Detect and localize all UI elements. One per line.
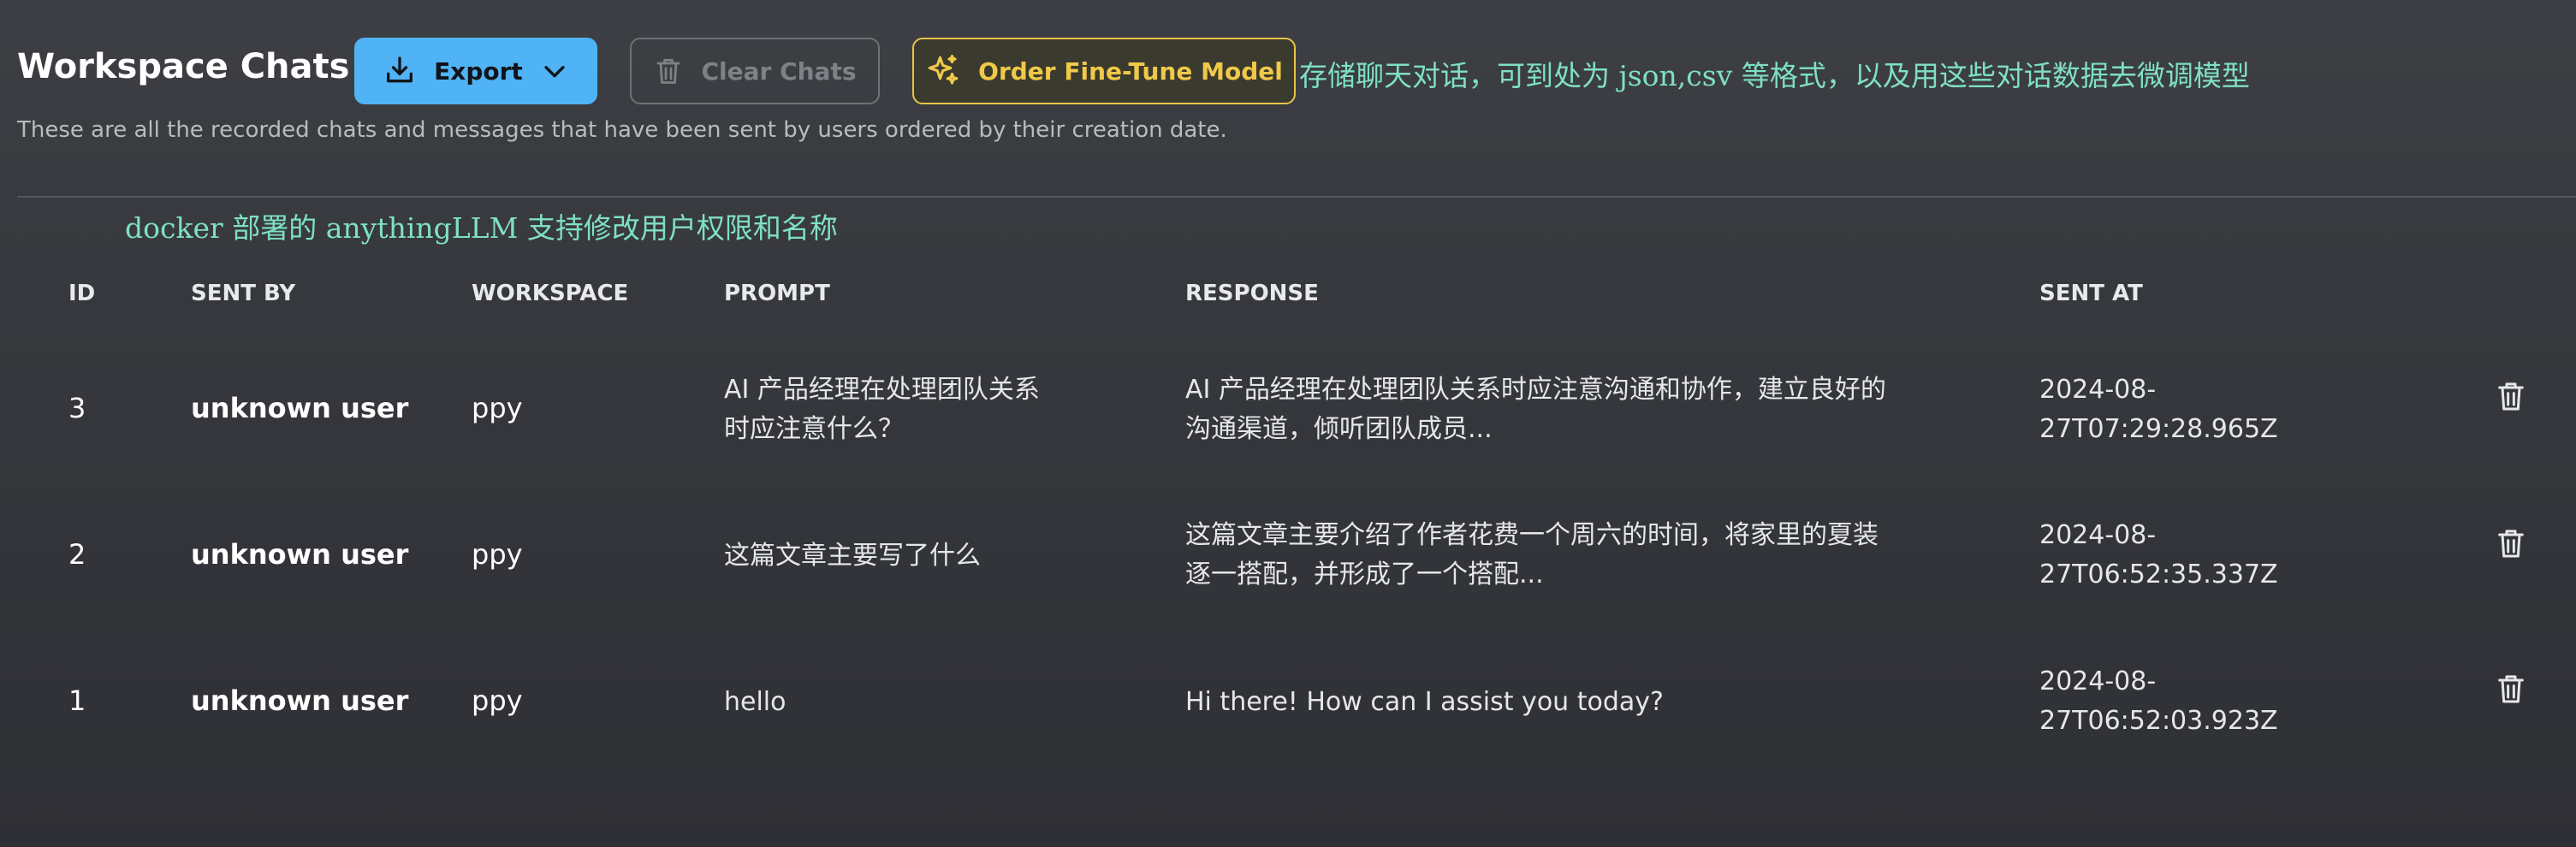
- cell-sent-at: 2024-08- 27T06:52:03.923Z: [2039, 662, 2278, 741]
- cell-prompt: AI 产品经理在处理团队关系 时应注意什么？: [724, 370, 1040, 449]
- cell-sent-at: 2024-08- 27T07:29:28.965Z: [2039, 370, 2278, 449]
- page-title: Workspace Chats: [17, 47, 350, 86]
- cell-prompt-line: 时应注意什么？: [724, 414, 904, 444]
- cell-sent-by: unknown user: [191, 538, 409, 571]
- cell-sent-at-line: 27T06:52:35.337Z: [2039, 560, 2278, 589]
- order-fine-tune-button[interactable]: Order Fine-Tune Model: [912, 38, 1296, 104]
- chevron-down-icon[interactable]: [540, 56, 569, 86]
- cell-id: 1: [68, 684, 86, 717]
- cell-sent-at-line: 2024-08-: [2039, 666, 2157, 696]
- download-icon: [383, 54, 417, 88]
- cell-response-line: 逐一搭配，并形成了一个搭配...: [1185, 560, 1544, 589]
- cell-response: 这篇文章主要介绍了作者花费一个周六的时间，将家里的夏装 逐一搭配，并形成了一个搭…: [1185, 516, 1879, 595]
- cell-response: AI 产品经理在处理团队关系时应注意沟通和协作，建立良好的 沟通渠道，倾听团队成…: [1185, 370, 1886, 449]
- cell-sent-at-line: 2024-08-: [2039, 520, 2157, 550]
- cell-id: 3: [68, 392, 86, 424]
- page-subtitle: These are all the recorded chats and mes…: [17, 117, 1227, 143]
- annotation-docker-note: docker 部署的 anythingLLM 支持修改用户权限和名称: [125, 211, 838, 245]
- column-header-response: RESPONSE: [1185, 281, 1319, 306]
- delete-row-trash-icon[interactable]: [2494, 671, 2528, 707]
- clear-chats-label: Clear Chats: [701, 56, 857, 86]
- export-button[interactable]: Export: [354, 38, 597, 104]
- annotation-export-note: 存储聊天对话，可到处为 json,csv 等格式，以及用这些对话数据去微调模型: [1299, 59, 2250, 92]
- sparkles-icon: [925, 53, 961, 89]
- column-header-sent-by: SENT BY: [191, 281, 296, 306]
- cell-sent-at-line: 2024-08-: [2039, 375, 2157, 405]
- column-header-sent-at: SENT AT: [2039, 281, 2143, 306]
- trash-icon: [653, 55, 684, 87]
- cell-response: Hi there! How can I assist you today?: [1185, 683, 1664, 722]
- cell-workspace: ppy: [472, 392, 523, 424]
- cell-response-line: 这篇文章主要介绍了作者花费一个周六的时间，将家里的夏装: [1185, 520, 1879, 550]
- column-header-id: ID: [68, 281, 96, 306]
- cell-workspace: ppy: [472, 538, 523, 571]
- cell-prompt: 这篇文章主要写了什么: [724, 536, 981, 576]
- cell-response-line: AI 产品经理在处理团队关系时应注意沟通和协作，建立良好的: [1185, 375, 1886, 405]
- cell-prompt-line: AI 产品经理在处理团队关系: [724, 375, 1040, 405]
- cell-sent-at-line: 27T07:29:28.965Z: [2039, 414, 2278, 444]
- cell-prompt-line: hello: [724, 687, 786, 717]
- cell-workspace: ppy: [472, 684, 523, 717]
- cell-response-line: 沟通渠道，倾听团队成员...: [1185, 414, 1493, 444]
- cell-response-line: Hi there! How can I assist you today?: [1185, 687, 1664, 717]
- cell-sent-by: unknown user: [191, 684, 409, 717]
- cell-prompt: hello: [724, 683, 786, 722]
- order-fine-tune-label: Order Fine-Tune Model: [978, 56, 1283, 86]
- header-divider: [17, 196, 2576, 198]
- cell-sent-by: unknown user: [191, 392, 409, 424]
- delete-row-trash-icon[interactable]: [2494, 525, 2528, 561]
- cell-prompt-line: 这篇文章主要写了什么: [724, 541, 981, 571]
- export-label: Export: [434, 56, 523, 86]
- column-header-workspace: WORKSPACE: [472, 281, 629, 306]
- workspace-chats-page: Workspace Chats Export Clear Chats Order…: [0, 0, 2576, 847]
- column-header-prompt: PROMPT: [724, 281, 830, 306]
- delete-row-trash-icon[interactable]: [2494, 378, 2528, 414]
- cell-sent-at-line: 27T06:52:03.923Z: [2039, 706, 2278, 736]
- cell-id: 2: [68, 538, 86, 571]
- cell-sent-at: 2024-08- 27T06:52:35.337Z: [2039, 516, 2278, 595]
- clear-chats-button[interactable]: Clear Chats: [630, 38, 880, 104]
